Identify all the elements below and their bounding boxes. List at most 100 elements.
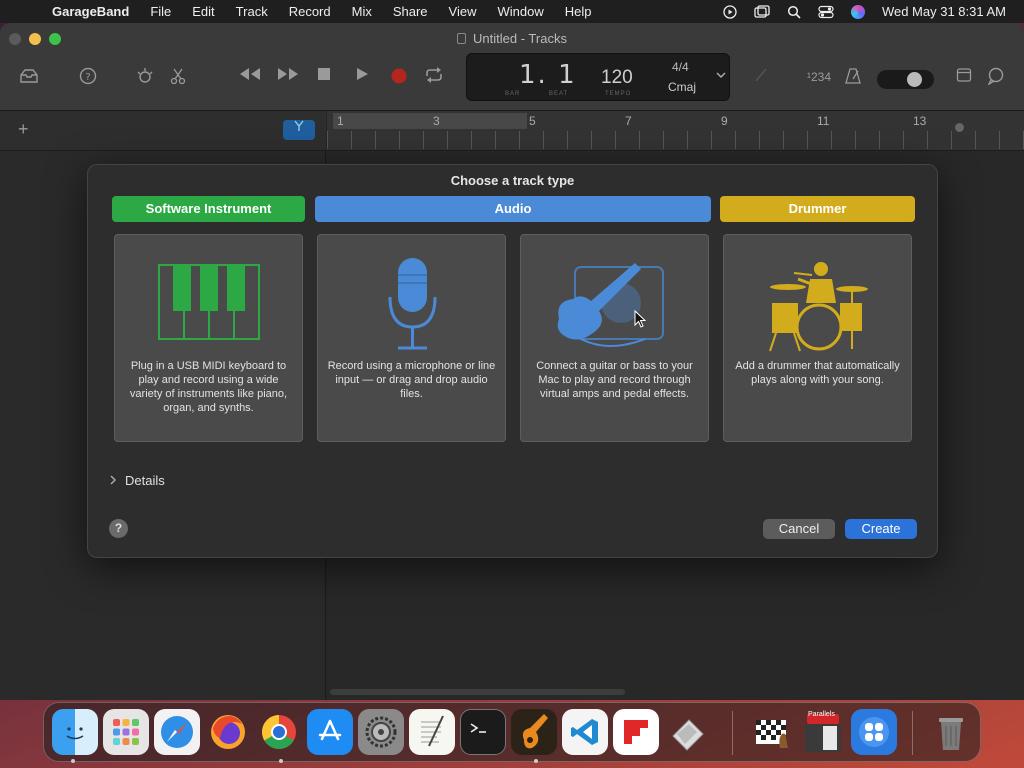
disclosure-chevron-icon <box>110 475 117 488</box>
card-description: Connect a guitar or bass to your Mac to … <box>536 360 693 400</box>
chrome-icon[interactable] <box>256 709 302 755</box>
tracks-header: + <box>0 111 326 151</box>
catch-playhead-button[interactable] <box>283 120 315 140</box>
menu-track[interactable]: Track <box>236 4 268 19</box>
master-volume-slider[interactable] <box>877 70 934 89</box>
ruler-marker: 11 <box>817 114 830 128</box>
software-instrument-card[interactable]: Plug in a USB MIDI keyboard to play and … <box>114 234 303 442</box>
cycle-icon[interactable] <box>423 67 445 87</box>
zoom-slider-knob[interactable] <box>955 123 964 132</box>
vscode-icon[interactable] <box>562 709 608 755</box>
menu-bar: GarageBand File Edit Track Record Mix Sh… <box>0 0 1024 23</box>
tab-software-instrument[interactable]: Software Instrument <box>112 196 305 222</box>
ruler-marker: 7 <box>625 114 632 128</box>
create-button[interactable]: Create <box>845 519 917 539</box>
note-pad-icon[interactable] <box>953 67 975 87</box>
drummer-icon <box>724 253 911 358</box>
dock-separator <box>732 711 733 755</box>
menu-edit[interactable]: Edit <box>192 4 214 19</box>
menu-mix[interactable]: Mix <box>352 4 372 19</box>
parallels-icon[interactable]: Parallels <box>800 709 846 755</box>
spotlight-search-icon[interactable] <box>786 5 802 19</box>
editors-scissors-icon[interactable] <box>167 67 189 87</box>
window-switcher-icon[interactable] <box>754 4 770 19</box>
menu-file[interactable]: File <box>150 4 171 19</box>
app-store-icon[interactable] <box>307 709 353 755</box>
screen-recording-icon[interactable] <box>722 4 738 19</box>
terminal-icon[interactable] <box>460 709 506 755</box>
lcd-beat-label: BEAT <box>549 91 569 97</box>
ruler-marker: 1 <box>337 114 344 128</box>
menu-share[interactable]: Share <box>393 4 428 19</box>
window-title: Untitled - Tracks <box>0 31 1024 46</box>
menu-view[interactable]: View <box>449 4 477 19</box>
count-in-button[interactable]: ¹234 <box>804 67 834 87</box>
help-button[interactable]: ? <box>109 519 128 538</box>
parallels-apps-icon[interactable] <box>851 709 897 755</box>
card-description: Add a drummer that automatically plays a… <box>735 360 900 386</box>
finder-icon[interactable] <box>52 709 98 755</box>
guitar-card[interactable]: Connect a guitar or bass to your Mac to … <box>520 234 709 442</box>
cycle-region[interactable] <box>333 113 527 129</box>
tab-audio[interactable]: Audio <box>315 196 711 222</box>
horizontal-scrollbar[interactable] <box>330 689 625 695</box>
fast-forward-icon[interactable] <box>276 67 298 87</box>
lcd-display[interactable]: 1. 1 BAR BEAT 120 TEMPO 4/4 Cmaj <box>466 53 730 101</box>
smart-controls-icon[interactable] <box>134 67 156 87</box>
stop-icon[interactable] <box>313 67 335 87</box>
lcd-time-signature[interactable]: 4/4 <box>672 60 689 74</box>
dock-separator <box>912 711 913 755</box>
library-icon[interactable] <box>18 67 40 87</box>
lcd-key[interactable]: Cmaj <box>668 80 696 94</box>
card-description: Plug in a USB MIDI keyboard to play and … <box>129 360 288 414</box>
svg-text:?: ? <box>85 72 90 83</box>
loop-browser-icon[interactable] <box>985 67 1007 87</box>
preview-icon[interactable] <box>664 709 710 755</box>
lcd-tempo-label: TEMPO <box>605 91 632 97</box>
running-indicator <box>534 759 538 763</box>
siri-icon[interactable] <box>850 4 866 19</box>
ruler-marker: 5 <box>529 114 536 128</box>
tuner-icon[interactable] <box>750 67 772 87</box>
garageband-icon[interactable] <box>511 709 557 755</box>
add-track-button[interactable]: + <box>18 119 29 140</box>
flipboard-icon[interactable] <box>613 709 659 755</box>
new-track-dialog: Choose a track type Software Instrument … <box>87 164 938 558</box>
rewind-icon[interactable] <box>238 67 260 87</box>
menu-window[interactable]: Window <box>498 4 544 19</box>
timeline-ruler[interactable]: 1 3 5 7 9 11 13 <box>327 111 1024 151</box>
ruler-marker: 3 <box>433 114 440 128</box>
mouse-cursor-icon <box>634 310 646 328</box>
safari-icon[interactable] <box>154 709 200 755</box>
running-indicator <box>279 759 283 763</box>
ruler-marker: 9 <box>721 114 728 128</box>
drummer-card[interactable]: Add a drummer that automatically plays a… <box>723 234 912 442</box>
textedit-icon[interactable] <box>409 709 455 755</box>
metronome-icon[interactable] <box>842 67 864 87</box>
lcd-bar-label: BAR <box>505 91 521 97</box>
control-center-icon[interactable] <box>818 5 834 19</box>
playhead-position: 1. 1 <box>519 60 577 90</box>
details-disclosure[interactable]: Details <box>110 473 165 488</box>
tab-drummer[interactable]: Drummer <box>720 196 915 222</box>
card-description: Record using a microphone or line input … <box>327 360 496 400</box>
menu-app-name[interactable]: GarageBand <box>52 4 129 19</box>
cancel-button[interactable]: Cancel <box>763 519 835 539</box>
lcd-tempo[interactable]: 120 <box>601 67 633 89</box>
firefox-icon[interactable] <box>205 709 251 755</box>
microphone-card[interactable]: Record using a microphone or line input … <box>317 234 506 442</box>
menu-help[interactable]: Help <box>565 4 592 19</box>
launchpad-icon[interactable] <box>103 709 149 755</box>
ruler-marker: 13 <box>913 114 927 128</box>
menu-record[interactable]: Record <box>289 4 331 19</box>
parallels-badge: Parallels <box>808 711 835 718</box>
chess-icon[interactable] <box>749 709 795 755</box>
trash-icon[interactable] <box>928 709 974 755</box>
quick-help-icon[interactable]: ? <box>77 67 99 87</box>
system-settings-icon[interactable] <box>358 709 404 755</box>
record-icon[interactable] <box>388 67 410 87</box>
menu-clock[interactable]: Wed May 31 8:31 AM <box>882 4 1006 19</box>
lcd-menu-chevron-icon[interactable] <box>716 68 726 82</box>
play-icon[interactable] <box>351 67 373 87</box>
document-icon <box>457 33 467 44</box>
